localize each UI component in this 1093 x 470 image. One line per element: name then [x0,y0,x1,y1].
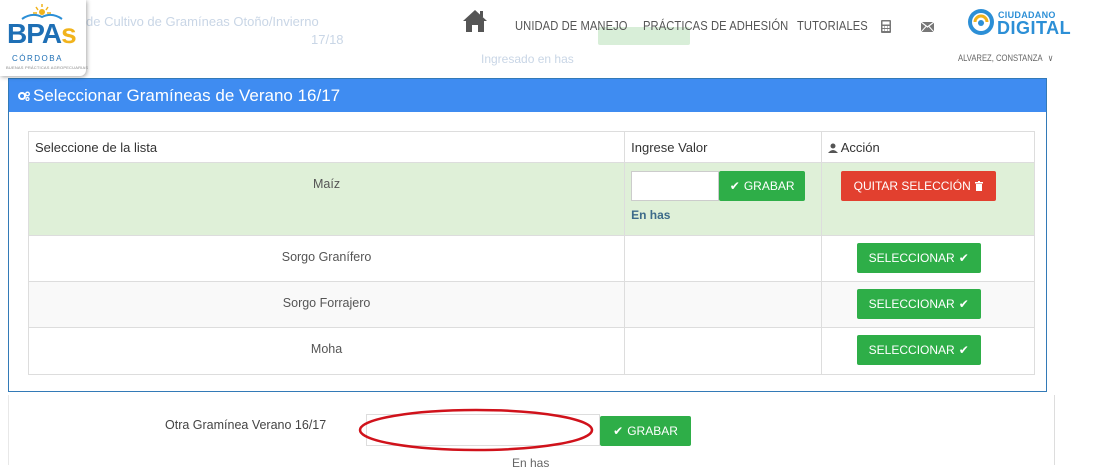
home-icon[interactable] [462,8,488,34]
user-menu[interactable]: ALVAREZ, CONSTANZA ∨ [958,53,1053,64]
other-save-button[interactable]: ✔ GRABAR [600,416,691,446]
row-name: Maíz [27,162,626,236]
table-row: Sorgo Granífero SELECCIONAR ✔ [27,235,1036,282]
check-icon: ✔ [613,424,624,438]
action-cell: SELECCIONAR ✔ [820,327,1036,375]
select-label: SELECCIONAR [868,251,955,265]
divider [8,395,9,465]
check-icon: ✔ [958,251,969,265]
other-grass-label: Otra Gramínea Verano 16/17 [165,418,327,432]
chevron-down-icon: ∨ [1047,53,1054,63]
logo-letter: A [41,18,62,49]
panel-header: Seleccionar Gramíneas de Verano 16/17 [9,79,1046,112]
brand-big: DIGITAL [997,18,1072,38]
value-cell [624,281,822,328]
value-cell [624,235,822,282]
annotation-ellipse [358,408,594,452]
trash-icon [974,181,983,191]
calculator-icon[interactable] [881,20,891,33]
row-name: Sorgo Granífero [27,235,626,282]
action-cell: SELECCIONAR ✔ [820,235,1036,282]
ciudadano-digital-logo-icon [968,9,994,35]
top-navbar: UNIDAD DE MANEJO PRÁCTICAS DE ADHESIÓN T… [0,0,1093,72]
selection-panel: Seleccionar Gramíneas de Verano 16/17 Se… [8,78,1047,392]
user-icon [827,143,838,153]
column-header: Seleccione de la lista [27,131,626,163]
action-cell: SELECCIONAR ✔ [820,281,1036,328]
action-cell: QUITAR SELECCIÓN [820,162,1036,236]
check-icon: ✔ [958,343,969,357]
logo-letter: s [61,18,77,49]
column-header: Ingrese Valor [624,131,822,163]
logo-letter: B [7,18,27,49]
select-button[interactable]: SELECCIONAR ✔ [856,243,981,273]
row-name: Moha [27,327,626,375]
unit-hint: En has [631,208,671,222]
table-row: Maíz ✔ GRABAR En has QUITAR SELECCIÓN [27,162,1036,236]
column-header-label: Acción [840,139,880,155]
check-icon: ✔ [958,297,969,311]
user-name: ALVAREZ, CONSTANZA [958,53,1043,63]
select-label: SELECCIONAR [868,297,955,311]
nav-tutoriales[interactable]: TUTORIALES [797,18,868,33]
save-button[interactable]: ✔ GRABAR [719,171,806,201]
table-row: Moha SELECCIONAR ✔ [27,327,1036,375]
grass-table: Seleccione de la lista Ingrese Valor Acc… [27,131,1036,375]
select-label: SELECCIONAR [868,343,955,357]
logo-letter: P [26,18,43,49]
check-icon: ✔ [729,179,740,193]
value-cell: ✔ GRABAR En has [624,162,822,236]
column-header: Acción [820,131,1036,163]
row-name: Sorgo Forrajero [27,281,626,328]
save-label: GRABAR [743,179,795,193]
gears-icon [18,91,30,101]
select-button[interactable]: SELECCIONAR ✔ [856,289,981,319]
other-save-label: GRABAR [627,424,678,438]
value-cell [624,327,822,375]
mail-icon[interactable] [921,22,934,32]
select-button[interactable]: SELECCIONAR ✔ [856,335,981,365]
nav-practicas-de-adhesion[interactable]: PRÁCTICAS DE ADHESIÓN [643,18,788,33]
divider [1054,395,1055,465]
table-row: Sorgo Forrajero SELECCIONAR ✔ [27,281,1036,328]
logo-city: CÓRDOBA [12,54,63,63]
nav-unidad-de-manejo[interactable]: UNIDAD DE MANEJO [515,18,628,33]
remove-label: QUITAR SELECCIÓN [853,179,971,193]
other-unit-hint: En has [512,456,550,470]
remove-selection-button[interactable]: QUITAR SELECCIÓN [840,171,996,201]
logo-tagline: BUENAS PRÁCTICAS AGROPECUARIAS [6,65,89,70]
bpas-logo[interactable]: BPAs CÓRDOBA BUENAS PRÁCTICAS AGROPECUAR… [0,0,89,76]
value-input[interactable] [631,171,720,201]
panel-title: Seleccionar Gramíneas de Verano 16/17 [33,86,341,105]
